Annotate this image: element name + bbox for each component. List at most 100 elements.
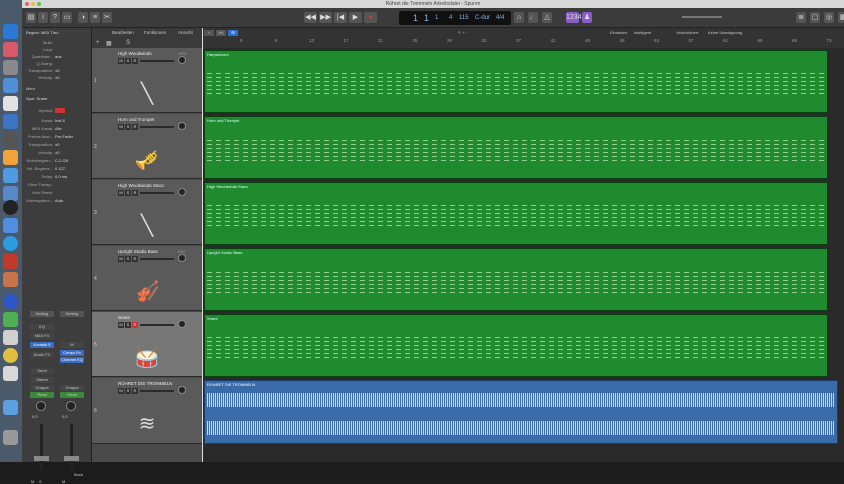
- symbol-row[interactable]: Symbol:: [22, 108, 92, 114]
- midi-region[interactable]: Upright Studio Bass: [204, 248, 828, 311]
- add-track-icon[interactable]: +: [96, 40, 100, 46]
- record-icon[interactable]: ●: [364, 12, 377, 23]
- track-pan-knob[interactable]: [178, 188, 186, 196]
- track-param-row[interactable]: Kanal: Inst 5: [22, 118, 92, 124]
- tuner-icon[interactable]: ⌂: [514, 12, 524, 23]
- volume-fader-2[interactable]: [70, 424, 73, 470]
- finder-icon[interactable]: [3, 24, 18, 39]
- info-icon[interactable]: i: [38, 12, 48, 23]
- solo-button[interactable]: S: [125, 322, 131, 328]
- app-icon[interactable]: [3, 218, 18, 233]
- logic-pro-icon[interactable]: [3, 200, 18, 215]
- lcd-display[interactable]: 1 1 1 4 115 C-dur 4/4: [399, 11, 511, 25]
- mute-button[interactable]: M: [118, 58, 124, 64]
- count-in-icon[interactable]: ♩: [528, 12, 538, 23]
- automation-read[interactable]: Read: [30, 392, 54, 398]
- track-header[interactable]: 3 High Woodwinds Stacc MSR ╲: [92, 180, 202, 245]
- app-icon[interactable]: [3, 132, 18, 147]
- list-editor-icon[interactable]: ≣: [796, 12, 806, 23]
- drag-select[interactable]: Keine Überlappung: [708, 30, 742, 35]
- send-slot[interactable]: Send: [30, 368, 54, 374]
- midi-region[interactable]: Snare: [204, 314, 828, 377]
- group-slot-2[interactable]: Gruppe: [60, 385, 84, 391]
- track-param-row[interactable]: Freeze-Mod... Pre-Fader: [22, 134, 92, 140]
- catch-icon[interactable]: ⌂: [204, 30, 214, 36]
- track-name[interactable]: RÜHRET DIE TROMMELN: [118, 381, 172, 386]
- param-value[interactable]: C-2 G8: [55, 158, 68, 164]
- track-pan-knob[interactable]: [178, 320, 186, 328]
- strip-mute-button[interactable]: M: [31, 479, 34, 484]
- track-volume-slider[interactable]: [140, 324, 174, 326]
- region-param-row[interactable]: Quantisier... aus: [22, 54, 92, 60]
- zoom-button[interactable]: [37, 2, 41, 6]
- audio-region[interactable]: RÜHRET DIE TROMMELN: [204, 380, 838, 444]
- app-icon[interactable]: [3, 366, 18, 381]
- app-icon[interactable]: [3, 168, 18, 183]
- track-volume-slider[interactable]: [140, 192, 174, 194]
- master-volume-slider[interactable]: [682, 16, 722, 18]
- mute-button[interactable]: M: [118, 256, 124, 262]
- library-icon[interactable]: ▤: [26, 12, 36, 23]
- record-enable-button[interactable]: R: [132, 322, 138, 328]
- track-name[interactable]: Horn und Trumpet: [118, 117, 154, 122]
- track-volume-slider[interactable]: [140, 390, 174, 392]
- region-param-row[interactable]: Mute:: [22, 40, 92, 46]
- midi-fx-slot[interactable]: MIDI FX: [30, 333, 54, 339]
- arrange-icon[interactable]: ▦: [106, 40, 112, 47]
- more-toggle[interactable]: Mehr: [22, 86, 92, 92]
- minimize-button[interactable]: [31, 2, 35, 6]
- folder-icon[interactable]: [3, 186, 18, 201]
- audio-fx-slot[interactable]: Audio FX: [30, 352, 54, 358]
- track-param-row[interactable]: Velocity: ±0: [22, 150, 92, 156]
- track-volume-slider[interactable]: [140, 60, 174, 62]
- strip-solo-button[interactable]: S: [39, 479, 42, 484]
- browser-icon[interactable]: ▦: [838, 12, 844, 23]
- app-icon[interactable]: [3, 294, 18, 309]
- param-value[interactable]: Alle: [55, 126, 62, 132]
- track-volume-slider[interactable]: [140, 126, 174, 128]
- param-value[interactable]: 0 127: [55, 166, 65, 172]
- smart-controls-icon[interactable]: ◑: [78, 12, 88, 23]
- setting-button[interactable]: Setting: [30, 311, 54, 317]
- mute-button[interactable]: M: [118, 322, 124, 328]
- global-solo[interactable]: S: [126, 40, 130, 46]
- region-param-row[interactable]: Velocity: ±0: [22, 75, 92, 81]
- track-name[interactable]: High Woodwinds: [118, 51, 152, 56]
- vlc-icon[interactable]: [3, 150, 18, 165]
- param-value[interactable]: ±0: [55, 68, 59, 74]
- track-header[interactable]: 2 Horn und Trumpet MSR 🎺: [92, 114, 202, 179]
- track-name[interactable]: Snare: [118, 315, 130, 320]
- cycle-display[interactable]: 1234: [566, 12, 582, 23]
- param-value[interactable]: ±0: [55, 150, 59, 156]
- arrange-area[interactable]: Harpsichord Horn und Trumpet High Woodwind…: [202, 48, 844, 462]
- param-value[interactable]: ±0: [55, 142, 59, 148]
- notepad-icon[interactable]: ▢: [810, 12, 820, 23]
- app-icon[interactable]: [3, 96, 18, 111]
- midi-region[interactable]: Horn und Trumpet: [204, 116, 828, 179]
- param-value[interactable]: 0,0 ms: [55, 174, 67, 180]
- track-header[interactable]: 5 Snare MSR 🥁: [92, 312, 202, 377]
- volume-fader[interactable]: [40, 424, 43, 470]
- track-param-row[interactable]: Delay: 0,0 ms: [22, 174, 92, 180]
- eq-button[interactable]: EQ: [30, 324, 54, 330]
- region-param-row[interactable]: Q-Swing:: [22, 61, 92, 67]
- mute-button[interactable]: M: [118, 190, 124, 196]
- menu-functions[interactable]: Funktionen: [144, 30, 166, 35]
- track-name[interactable]: Upright Studio Bass: [118, 249, 158, 254]
- app-icon[interactable]: [3, 78, 18, 93]
- scissors-icon[interactable]: ✂: [102, 12, 112, 23]
- region-inspector-header[interactable]: Region: MIDI Thru: [22, 30, 92, 36]
- track-pan-knob[interactable]: [178, 254, 186, 262]
- app-icon[interactable]: [3, 312, 18, 327]
- track-param-row[interactable]: Vel.-Begrenz... 0 127: [22, 166, 92, 172]
- user-icon[interactable]: ♟: [582, 12, 592, 23]
- solo-button[interactable]: S: [125, 256, 131, 262]
- track-pan-knob[interactable]: [178, 56, 186, 64]
- toolbar-icon[interactable]: ▭: [62, 12, 72, 23]
- instrument-slot[interactable]: Kontakt 5: [30, 342, 54, 348]
- track-param-row[interactable]: MIDI-Kanal: Alle: [22, 126, 92, 132]
- folder-icon[interactable]: [3, 400, 18, 415]
- tool-pointer-icon[interactable]: ↖ + ·: [458, 30, 467, 35]
- automation-read-2[interactable]: Read: [60, 392, 84, 398]
- setting-button-2[interactable]: Setting: [60, 311, 84, 317]
